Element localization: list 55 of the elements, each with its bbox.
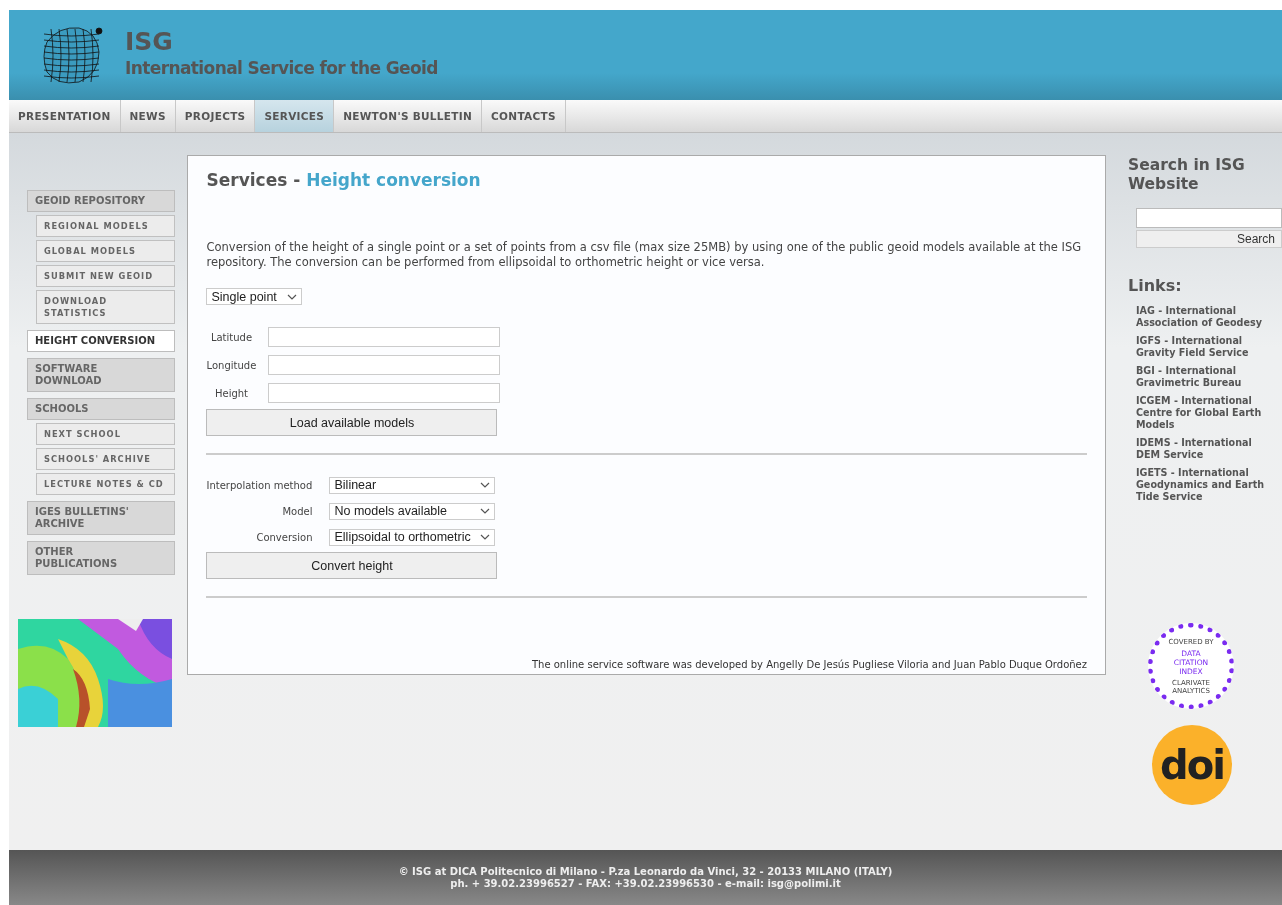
caret-icon [287, 293, 298, 300]
external-link[interactable]: IGFS - International Gravity Field Service [1136, 335, 1278, 359]
footer-text: ph. + 39.02.23996527 - FAX: +39.02.23996530 - e-mail: isg@polimi.it [450, 877, 841, 890]
dropdown-select[interactable]: No models available [329, 502, 496, 520]
sidebar-subitem[interactable]: SCHOOLS' ARCHIVE [36, 448, 175, 470]
field-label: Longitude [206, 359, 257, 371]
input-field[interactable] [268, 355, 501, 375]
sidebar-subitem[interactable]: SUBMIT NEW GEOID [36, 265, 175, 287]
caret-icon [480, 482, 491, 488]
sidebar-subitem[interactable]: REGIONAL MODELS [36, 215, 175, 237]
description-text: Conversion of the height of a single point or a set of points from a csv file (max size 25MB) by using one of the public geoid models available at the ISG repository. The conversion can be performed from ellipsoidal to orthometric height or vice versa. [206, 240, 1083, 270]
site-subtitle: International Service for the Geoid [125, 57, 438, 78]
doi-logo[interactable]: doi [1152, 725, 1232, 805]
page-heading: Services - Height conversion [206, 170, 482, 190]
footer-text: © ISG at DICA Politecnico di Milano - P.za Leonardo da Vinci, 32 - 20133 MILANO (ITALY) [398, 865, 893, 878]
external-link[interactable]: IDEMS - International DEM Service [1136, 437, 1278, 461]
nav-tab[interactable]: NEWS [120, 100, 176, 132]
select-label: Conversion [255, 531, 313, 543]
search-heading: Search in ISG Website [1128, 156, 1246, 194]
mode-select[interactable]: Single point [206, 288, 303, 305]
search-field[interactable] [1136, 208, 1282, 228]
sidebar-item[interactable]: SCHOOLS [27, 398, 175, 420]
external-link[interactable]: IGETS - International Geodynamics and Earth Tide Service [1136, 467, 1278, 503]
external-link[interactable]: ICGEM - International Centre for Global Earth Models [1136, 395, 1278, 431]
field-label: Height [213, 387, 249, 399]
select-label: Model [281, 505, 313, 517]
credits-text: The online service software was developed by Angelly De Jesús Pugliese Viloria and Juan Pablo Duque Ordoñez [530, 659, 1087, 670]
sidebar-subitem[interactable]: DOWNLOAD STATISTICS [36, 290, 175, 324]
sidebar-subitem[interactable]: GLOBAL MODELS [36, 240, 175, 262]
caret-icon [480, 508, 491, 514]
load-models-button[interactable]: Load available models [206, 409, 498, 436]
nav-tab[interactable]: NEWTON'S BULLETIN [334, 100, 483, 132]
sidebar-item[interactable]: SOFTWARE DOWNLOAD [27, 358, 175, 392]
site-title: ISG [125, 26, 174, 56]
convert-height-button[interactable]: Convert height [206, 552, 498, 579]
sidebar-item[interactable]: GEOID REPOSITORY [27, 190, 175, 212]
nav-tab[interactable]: CONTACTS [482, 100, 566, 132]
search-button[interactable]: Search [1136, 230, 1282, 248]
select-label: Interpolation method [206, 479, 313, 491]
dropdown-select[interactable]: Bilinear [329, 476, 496, 494]
caret-icon [480, 534, 491, 540]
nav-tab[interactable]: SERVICES [255, 100, 335, 132]
input-field[interactable] [268, 327, 501, 347]
sidebar-item[interactable]: HEIGHT CONVERSION [27, 330, 175, 352]
sidebar-item[interactable]: OTHER PUBLICATIONS [27, 541, 175, 575]
sidebar-subitem[interactable]: NEXT SCHOOL [36, 423, 175, 445]
sidebar-item[interactable]: IGES BULLETINS' ARCHIVE [27, 501, 175, 535]
links-heading: Links: [1128, 276, 1183, 295]
external-link[interactable]: BGI - International Gravimetric Bureau [1136, 365, 1278, 389]
input-field[interactable] [268, 383, 501, 403]
external-link[interactable]: IAG - International Association of Geodesy [1136, 305, 1278, 329]
sidebar-subitem[interactable]: LECTURE NOTES & CD [36, 473, 175, 495]
dropdown-select[interactable]: Ellipsoidal to orthometric [329, 528, 496, 546]
nav-tab[interactable]: PRESENTATION [9, 100, 121, 132]
field-label: Latitude [209, 331, 254, 343]
